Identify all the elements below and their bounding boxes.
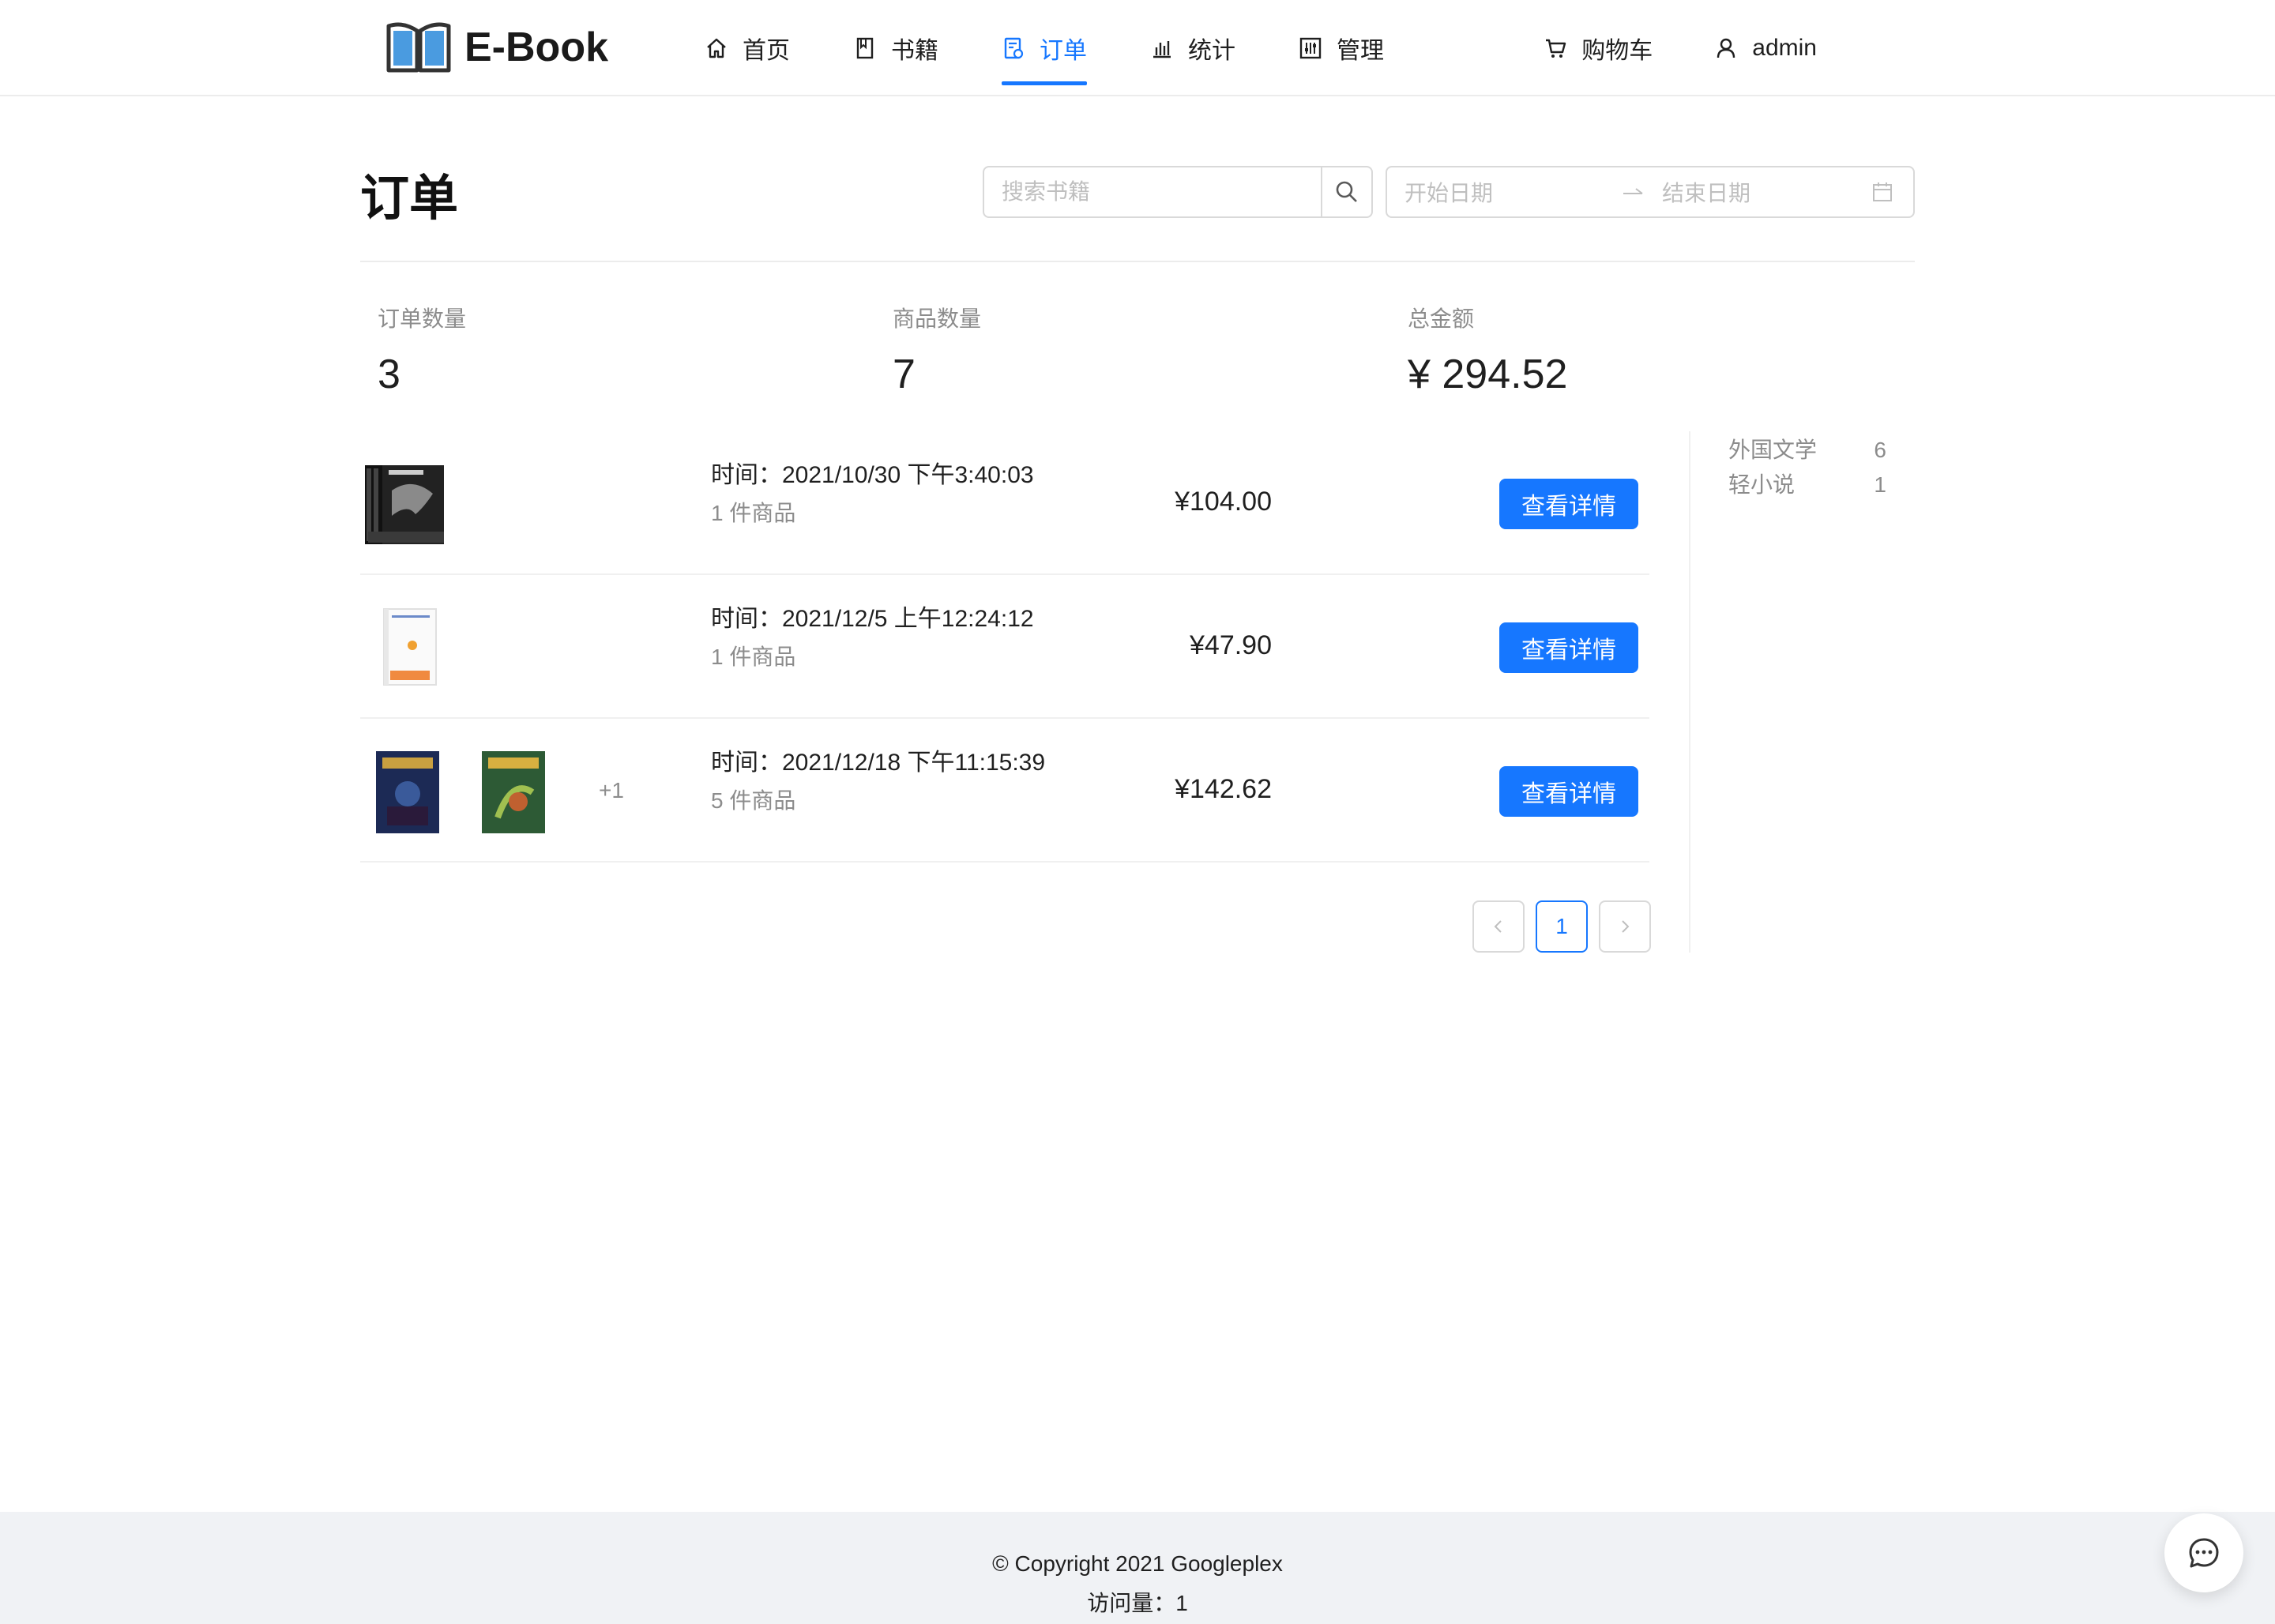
order-row: 时间：2021/12/5 上午12:24:12 1 件商品 ¥47.90 查看详… xyxy=(360,575,1649,719)
stat-order-count-label: 订单数量 xyxy=(378,306,467,331)
stat-item-count: 商品数量 7 xyxy=(893,302,981,398)
next-page-button[interactable] xyxy=(1599,900,1651,953)
nav-admin-label: 管理 xyxy=(1337,38,1384,64)
nav-home[interactable]: 首页 xyxy=(705,0,790,96)
home-icon xyxy=(707,38,726,58)
logo[interactable]: E-Book xyxy=(385,17,608,77)
top-header: E-Book 首页 书籍 订单 统计 管理 购物车 admin xyxy=(0,0,2275,96)
stat-total-value: ¥ 294.52 xyxy=(1408,351,1568,397)
view-details-button[interactable]: 查看详情 xyxy=(1499,479,1638,529)
order-thumbnails xyxy=(360,575,466,719)
order-thumbnails xyxy=(360,431,466,575)
page-number-button[interactable]: 1 xyxy=(1536,900,1588,953)
order-row: +1 时间：2021/12/18 下午11:15:39 5 件商品 ¥142.6… xyxy=(360,719,1649,863)
order-time: 时间：2021/12/5 上午12:24:12 xyxy=(711,606,1034,632)
footer: © Copyright 2021 Googleplex 访问量：1 xyxy=(0,1512,2275,1624)
book-cover-image xyxy=(365,465,444,544)
cart-icon xyxy=(1546,39,1566,58)
nav-stats-label: 统计 xyxy=(1188,38,1235,64)
more-items-count: +1 xyxy=(599,778,624,803)
order-icon xyxy=(1004,37,1024,59)
order-row: 时间：2021/10/30 下午3:40:03 1 件商品 ¥104.00 查看… xyxy=(360,431,1649,575)
stat-order-count: 订单数量 3 xyxy=(378,302,466,398)
copyright-text: © Copyright 2021 Googleplex xyxy=(992,1551,1283,1576)
category-count: 6 xyxy=(1874,438,1886,462)
arrow-right-icon xyxy=(1623,188,1643,194)
search-box xyxy=(983,166,1373,218)
stat-item-count-value: 7 xyxy=(893,351,916,397)
main-nav: 首页 书籍 订单 统计 管理 xyxy=(705,0,1447,96)
user-menu[interactable]: admin xyxy=(1714,0,1817,96)
order-item-count: 1 件商品 xyxy=(711,645,796,669)
stat-order-count-value: 3 xyxy=(378,351,400,397)
chevron-left-icon xyxy=(1494,920,1502,933)
prev-page-button[interactable] xyxy=(1472,900,1525,953)
nav-home-label: 首页 xyxy=(743,38,790,64)
book-cover-image xyxy=(383,608,437,686)
category-summary: 外国文学 6 轻小说 1 xyxy=(1728,436,1886,506)
view-details-button[interactable]: 查看详情 xyxy=(1499,766,1638,817)
order-time: 时间：2021/12/18 下午11:15:39 xyxy=(711,750,1046,776)
visit-counter: 访问量：1 xyxy=(1087,1591,1188,1615)
category-name: 轻小说 xyxy=(1728,472,1796,497)
logo-text: E-Book xyxy=(464,24,608,70)
order-item-count: 1 件商品 xyxy=(711,501,796,525)
book-cover-image xyxy=(482,751,545,833)
category-count: 1 xyxy=(1874,472,1886,497)
search-input[interactable] xyxy=(984,167,1321,216)
user-nav: 购物车 admin xyxy=(1482,0,1817,96)
category-item: 外国文学 6 xyxy=(1728,436,1886,471)
date-end-field[interactable]: 结束日期 xyxy=(1662,176,1750,208)
book-cover-thumbnail[interactable] xyxy=(360,746,449,835)
nav-books[interactable]: 书籍 xyxy=(853,0,938,96)
category-name: 外国文学 xyxy=(1728,438,1818,462)
book-cover-image xyxy=(376,751,439,833)
search-button[interactable] xyxy=(1321,167,1371,216)
order-item-count: 5 件商品 xyxy=(711,788,796,813)
user-label: admin xyxy=(1752,35,1817,61)
stat-total-label: 总金额 xyxy=(1408,306,1475,331)
nav-orders-label: 订单 xyxy=(1040,38,1087,64)
user-icon xyxy=(1717,38,1735,58)
chart-icon xyxy=(1153,41,1171,58)
settings-icon xyxy=(1299,37,1322,59)
open-book-icon xyxy=(386,22,451,73)
calendar-icon xyxy=(1873,182,1892,201)
chat-button[interactable] xyxy=(2164,1513,2243,1592)
book-cover-thumbnail[interactable] xyxy=(466,746,555,835)
pagination: 1 xyxy=(1472,900,1662,953)
header-divider xyxy=(360,261,1915,262)
nav-orders[interactable]: 订单 xyxy=(1002,0,1087,96)
nav-books-label: 书籍 xyxy=(891,38,938,64)
nav-stats[interactable]: 统计 xyxy=(1150,0,1235,96)
stat-item-count-label: 商品数量 xyxy=(893,306,982,331)
order-thumbnails: +1 xyxy=(360,719,624,863)
page-title: 订单 xyxy=(360,171,459,226)
cart-label: 购物车 xyxy=(1581,38,1653,64)
nav-admin[interactable]: 管理 xyxy=(1299,0,1384,96)
category-item: 轻小说 1 xyxy=(1728,471,1886,506)
sidebar-divider xyxy=(1689,431,1690,953)
book-cover-thumbnail[interactable] xyxy=(360,459,449,547)
order-price: ¥142.62 xyxy=(1175,774,1272,804)
book-icon xyxy=(856,37,874,59)
book-cover-thumbnail[interactable] xyxy=(360,603,449,691)
date-start-field[interactable]: 开始日期 xyxy=(1404,176,1493,208)
date-range-picker[interactable]: 开始日期 结束日期 xyxy=(1386,166,1915,218)
order-price: ¥47.90 xyxy=(1190,630,1272,660)
order-list: 时间：2021/10/30 下午3:40:03 1 件商品 ¥104.00 查看… xyxy=(360,431,1649,863)
chevron-right-icon xyxy=(1622,920,1630,933)
order-time: 时间：2021/10/30 下午3:40:03 xyxy=(711,462,1034,488)
chat-bubble-icon xyxy=(2189,1538,2219,1568)
stat-total: 总金额 ¥ 294.52 xyxy=(1408,302,1567,398)
order-price: ¥104.00 xyxy=(1175,487,1272,517)
search-icon xyxy=(1336,181,1357,202)
view-details-button[interactable]: 查看详情 xyxy=(1499,622,1638,673)
cart-link[interactable]: 购物车 xyxy=(1544,0,1653,96)
